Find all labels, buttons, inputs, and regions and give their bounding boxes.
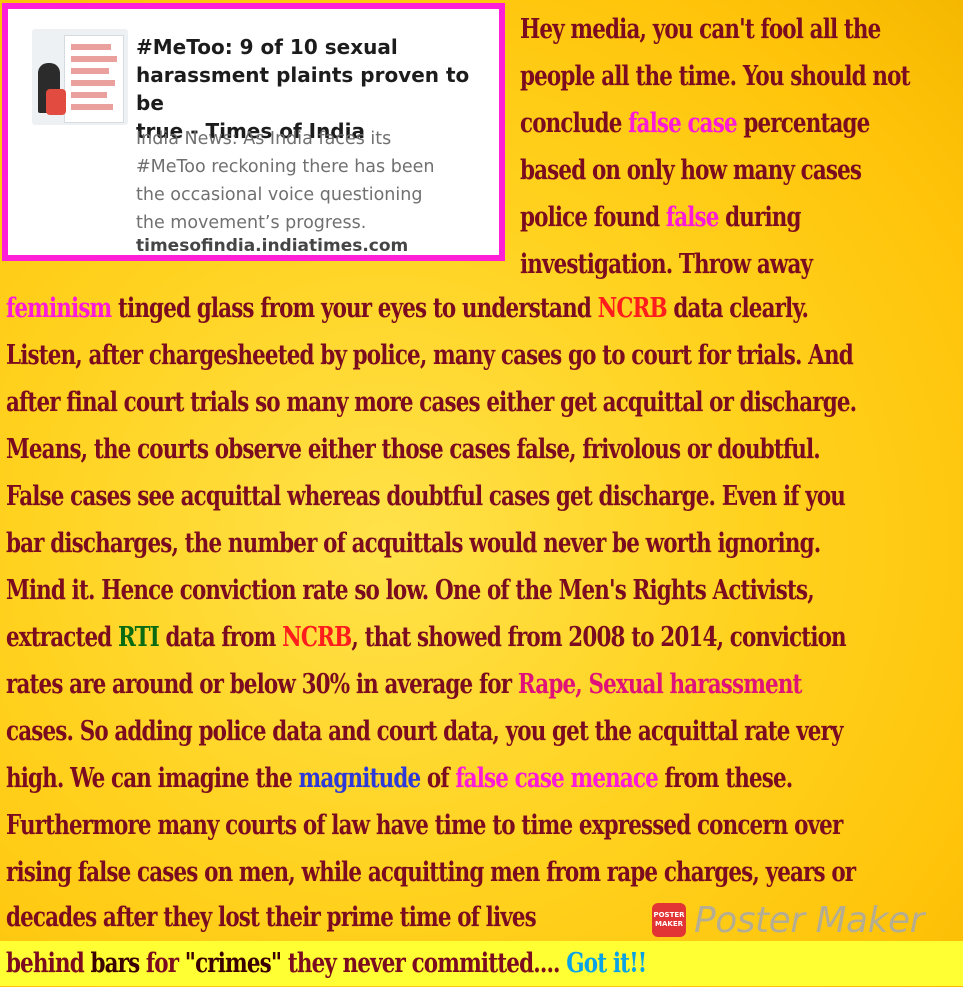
- text-line: False cases see acquittal whereas doubtf…: [6, 480, 846, 512]
- text-line: based on only how many cases: [520, 154, 862, 186]
- text-line: Furthermore many courts of law have time…: [6, 809, 843, 841]
- highlight-ncrb: NCRB: [597, 292, 668, 324]
- highlight-feminism: feminism: [6, 292, 112, 324]
- highlight-magnitude: magnitude: [298, 762, 422, 794]
- poster-body-text: Hey media, you can't fool all the people…: [0, 0, 963, 986]
- text-line: rising false cases on men, while acquitt…: [6, 856, 856, 888]
- text-line: feminism tinged glass from your eyes to …: [6, 292, 809, 324]
- text-line: decades after they lost their prime time…: [6, 901, 537, 933]
- text-line: conclude false case percentage: [520, 107, 870, 139]
- text-line: Means, the courts observe either those c…: [6, 433, 821, 465]
- highlight-bars: bars: [90, 947, 140, 979]
- text-line: high. We can imagine the magnitude of fa…: [6, 762, 793, 794]
- text-line: extracted RTI data from NCRB, that showe…: [6, 621, 847, 653]
- text-line: Listen, after chargesheeted by police, m…: [6, 339, 854, 371]
- highlight-got-it: Got it!!: [566, 947, 647, 979]
- highlight-false-case-menace: false case menace: [455, 762, 658, 794]
- highlight-false-case: false case: [628, 107, 737, 139]
- text-line: investigation. Throw away: [520, 248, 813, 280]
- text-line: police found false during: [520, 201, 802, 233]
- text-line: Hey media, you can't fool all the: [520, 13, 881, 45]
- highlight-false: false: [665, 201, 720, 233]
- text-line: rates are around or below 30% in average…: [6, 668, 803, 700]
- highlight-rti: RTI: [118, 621, 160, 653]
- watermark-text: Poster Maker: [694, 899, 924, 941]
- highlight-ncrb: NCRB: [282, 621, 352, 653]
- poster-maker-logo-icon: POSTER MAKER: [652, 903, 686, 937]
- text-line: Mind it. Hence conviction rate so low. O…: [6, 574, 815, 606]
- text-line: bar discharges, the number of acquittals…: [6, 527, 821, 559]
- text-line: cases. So adding police data and court d…: [6, 715, 844, 747]
- highlight-crimes: "crimes": [184, 947, 282, 979]
- text-line: after final court trials so many more ca…: [6, 386, 857, 418]
- highlight-rape-sexual-harassment: Rape, Sexual harassment: [517, 668, 803, 700]
- text-line: people all the time. You should not: [520, 60, 910, 92]
- text-line: behind bars for "crimes" they never comm…: [6, 947, 647, 979]
- poster-maker-watermark: POSTER MAKER Poster Maker: [652, 896, 924, 944]
